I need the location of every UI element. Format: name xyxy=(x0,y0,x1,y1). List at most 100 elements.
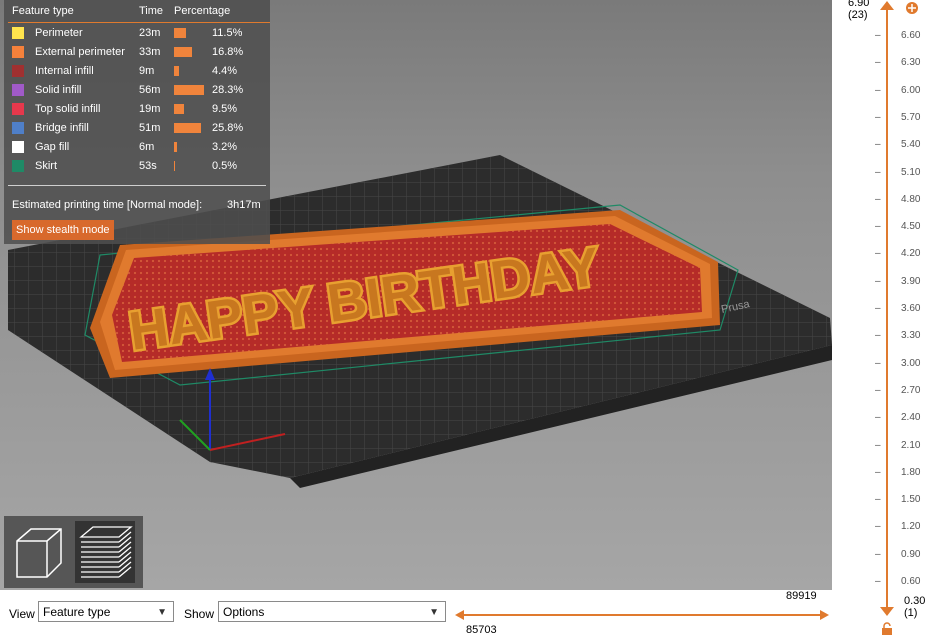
legend-panel: Feature type Time Percentage Perimeter 23… xyxy=(4,0,270,244)
legend-feature-percent: 9.5% xyxy=(212,103,238,115)
legend-color-swatch xyxy=(12,46,24,58)
tick-value: 5.10 xyxy=(901,166,921,178)
layers-view-button[interactable] xyxy=(75,521,135,583)
tick-value: 6.60 xyxy=(901,30,921,41)
tick-value: 4.80 xyxy=(901,193,921,205)
legend-row: Internal infill 9m 4.4% xyxy=(4,62,270,81)
tick-mark: – xyxy=(875,548,881,560)
legend-feature-percent: 11.5% xyxy=(212,27,243,39)
legend-feature-time: 53s xyxy=(139,160,157,172)
legend-feature-time: 9m xyxy=(139,65,155,77)
legend-feature-name: Solid infill xyxy=(35,84,82,96)
tick-mark: – xyxy=(875,576,881,587)
legend-feature-name: External perimeter xyxy=(35,46,125,58)
tick-mark: – xyxy=(875,248,881,260)
layer-height-tick: – 3.60 xyxy=(875,303,920,314)
view-label: View xyxy=(9,607,35,621)
tick-value: 4.50 xyxy=(901,221,921,233)
tick-mark: – xyxy=(875,221,881,233)
cube-icon xyxy=(16,528,62,578)
tick-mark: – xyxy=(875,357,881,369)
tick-value: 1.50 xyxy=(901,494,921,506)
chevron-down-icon: ▼ xyxy=(429,607,439,618)
legend-percentage-bar xyxy=(174,66,179,76)
show-select[interactable]: Options ▼ xyxy=(218,601,446,622)
unlock-icon[interactable] xyxy=(880,622,894,636)
tick-mark: – xyxy=(875,111,881,123)
layer-slider-bottom-handle[interactable] xyxy=(880,606,894,616)
legend-feature-name: Top solid infill xyxy=(35,103,101,115)
layer-height-tick: – 6.00 xyxy=(875,85,920,96)
legend-row: Perimeter 23m 11.5% xyxy=(4,24,270,43)
layer-slider-track[interactable] xyxy=(886,8,888,612)
legend-percentage-bar xyxy=(174,142,177,152)
layer-height-tick: – 2.10 xyxy=(875,439,920,451)
tick-mark: – xyxy=(875,275,881,287)
layer-slider-top-handle[interactable] xyxy=(880,1,894,11)
legend-header-divider xyxy=(8,22,270,23)
legend-color-swatch xyxy=(12,122,24,134)
tick-value: 5.40 xyxy=(901,139,921,151)
tick-value: 6.30 xyxy=(901,57,921,69)
legend-feature-time: 23m xyxy=(139,27,161,39)
slider-right-handle[interactable] xyxy=(820,610,829,620)
tick-mark: – xyxy=(875,439,881,451)
legend-color-swatch xyxy=(12,65,24,77)
bottom-toolbar: View Feature type ▼ Show Options ▼ 89919… xyxy=(0,590,832,638)
tick-mark: – xyxy=(875,330,881,342)
horizontal-move-slider[interactable] xyxy=(455,610,829,620)
legend-feature-percent: 25.8% xyxy=(212,122,244,134)
legend-header-percentage: Percentage xyxy=(174,5,231,17)
layer-height-tick: – 3.30 xyxy=(875,330,920,342)
tick-value: 5.70 xyxy=(901,111,921,123)
layer-bottom-number: (1) xyxy=(904,607,918,619)
tick-value: 3.60 xyxy=(901,303,921,314)
view-select[interactable]: Feature type ▼ xyxy=(38,601,174,622)
layers-icon xyxy=(79,526,133,578)
legend-feature-percent: 16.8% xyxy=(212,46,244,58)
view-select-value: Feature type xyxy=(43,605,111,619)
slider-left-handle[interactable] xyxy=(455,610,464,620)
tick-mark: – xyxy=(875,193,881,205)
legend-percentage-bar xyxy=(174,123,201,133)
add-color-change-icon[interactable] xyxy=(905,1,919,15)
layer-height-tick: – 2.70 xyxy=(875,385,920,396)
layer-height-tick: – 5.70 xyxy=(875,111,920,123)
layer-height-tick: – 4.80 xyxy=(875,193,920,205)
estimated-time-label: Estimated printing time [Normal mode]: xyxy=(12,199,203,211)
legend-feature-percent: 4.4% xyxy=(212,65,238,77)
layer-height-tick: – 3.90 xyxy=(875,275,920,287)
legend-percentage-bar xyxy=(174,104,184,114)
tick-value: 2.40 xyxy=(901,412,921,424)
legend-feature-time: 51m xyxy=(139,122,161,134)
layer-height-tick: – 4.20 xyxy=(875,248,920,260)
horizontal-slider-upper-value: 89919 xyxy=(786,590,817,602)
3d-view-button[interactable] xyxy=(9,521,69,583)
tick-value: 1.80 xyxy=(901,466,921,478)
show-label: Show xyxy=(184,607,215,621)
legend-color-swatch xyxy=(12,27,24,39)
layer-slider-panel: 6.90 (23) – 6.60 – 6.30 – 6.00 – 5.70 – 5.40 – 5.10… xyxy=(832,0,927,638)
legend-row: Gap fill 6m 3.2% xyxy=(4,138,270,157)
layer-height-tick: – 6.30 xyxy=(875,57,920,68)
tick-mark: – xyxy=(875,494,881,506)
legend-percentage-bar xyxy=(174,161,175,171)
legend-color-swatch xyxy=(12,160,24,172)
show-select-value: Options xyxy=(223,605,265,619)
tick-value: 2.70 xyxy=(901,384,921,396)
legend-feature-percent: 28.3% xyxy=(212,84,244,96)
layer-top-height: 6.90 xyxy=(848,0,870,9)
legend-percentage-bar xyxy=(174,47,192,57)
legend-color-swatch xyxy=(12,141,24,153)
show-stealth-mode-button[interactable]: Show stealth mode xyxy=(12,220,114,240)
tick-mark: – xyxy=(875,303,881,314)
tick-value: 1.20 xyxy=(901,521,921,533)
tick-value: 3.00 xyxy=(901,357,921,369)
legend-row: External perimeter 33m 16.8% xyxy=(4,43,270,62)
3d-viewport[interactable]: HAPPY BIRTHDAY HAPPY BIRTHDAY Prusa Feat… xyxy=(0,0,832,590)
tick-value: 4.20 xyxy=(901,248,921,260)
tick-mark: – xyxy=(875,139,881,151)
tick-value: 6.00 xyxy=(901,84,921,96)
legend-feature-name: Internal infill xyxy=(35,65,94,77)
layer-height-tick: – 1.50 xyxy=(875,494,920,506)
